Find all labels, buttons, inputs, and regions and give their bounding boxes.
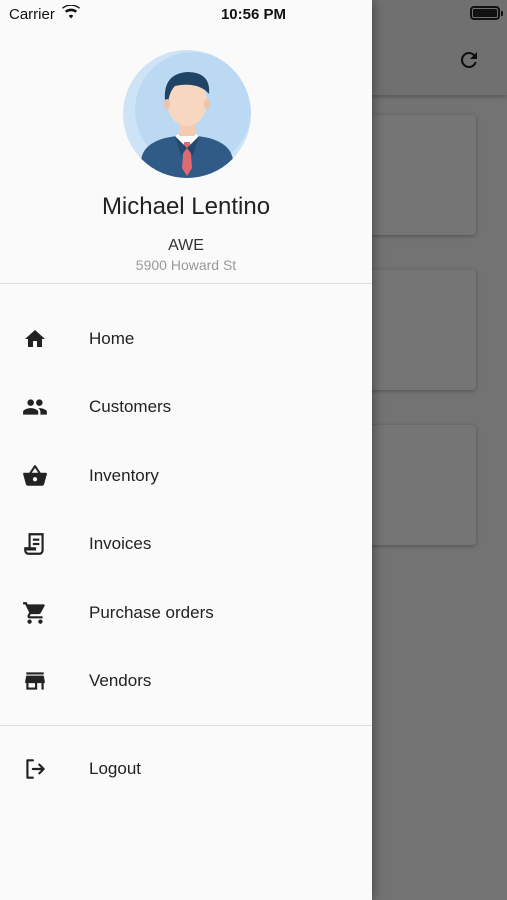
- nav-item-label: Customers: [89, 397, 172, 416]
- logout-label: Logout: [89, 759, 141, 778]
- basket-icon: [21, 462, 49, 490]
- divider: [0, 283, 372, 284]
- nav-item-label: Inventory: [89, 466, 159, 485]
- nav-item-purchase-orders[interactable]: Purchase orders: [0, 581, 372, 645]
- battery-icon: [470, 6, 503, 20]
- people-icon: [21, 393, 49, 421]
- nav-item-label: Purchase orders: [89, 603, 214, 622]
- logout-button[interactable]: Logout: [0, 737, 372, 801]
- user-name: Michael Lentino: [101, 193, 271, 220]
- logout-icon: [21, 755, 49, 783]
- status-time: 10:56 PM: [220, 6, 287, 23]
- nav-item-customers[interactable]: Customers: [0, 375, 372, 439]
- store-icon: [21, 667, 49, 695]
- nav-item-home[interactable]: Home: [0, 307, 372, 371]
- nav-item-inventory[interactable]: Inventory: [0, 444, 372, 508]
- navigation-drawer: Michael Lentino AWE 5900 Howard St Home …: [0, 0, 372, 900]
- nav-item-vendors[interactable]: Vendors: [0, 649, 372, 713]
- nav-item-label: Invoices: [89, 534, 152, 553]
- company-address: 5900 Howard St: [135, 257, 237, 273]
- user-avatar-icon: [135, 52, 251, 178]
- nav-item-invoices[interactable]: Invoices: [0, 512, 372, 576]
- receipt-icon: [21, 530, 49, 558]
- divider: [0, 725, 372, 726]
- status-bar: Carrier 10:56 PM: [0, 0, 507, 28]
- cart-icon: [21, 599, 49, 627]
- avatar: [123, 50, 251, 178]
- nav-item-label: Vendors: [89, 671, 152, 690]
- home-icon: [21, 325, 49, 353]
- nav-item-label: Home: [89, 329, 135, 348]
- company-name: AWE: [168, 237, 204, 254]
